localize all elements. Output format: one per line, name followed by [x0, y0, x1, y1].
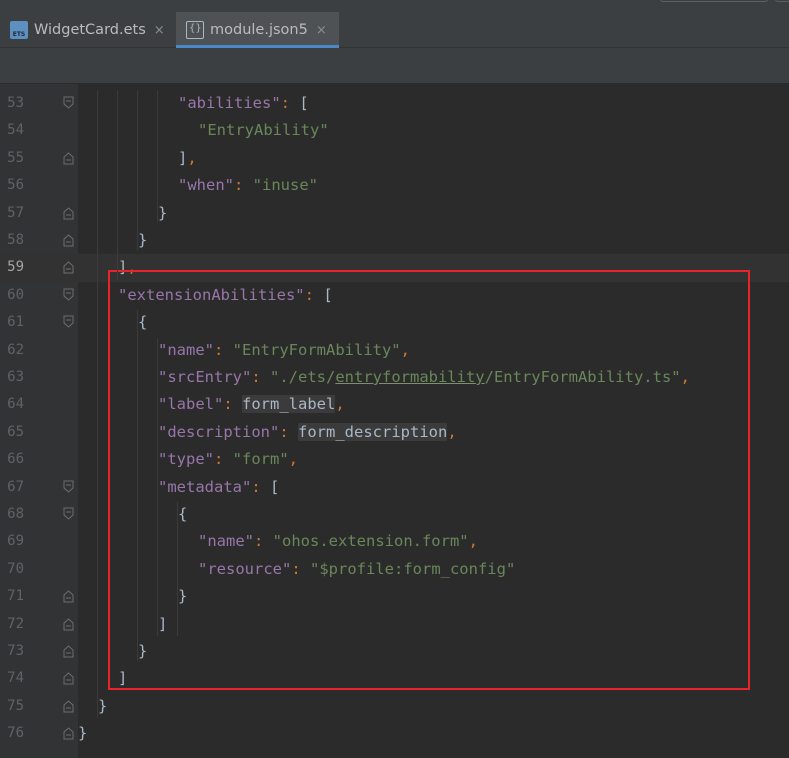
tab-module-json5[interactable]: module.json5 × [176, 12, 339, 48]
tab-widgetcard-ets[interactable]: WidgetCard.ets × [0, 12, 174, 48]
code-text[interactable]: "EntryAbility" [198, 117, 329, 144]
line-number: 58 [7, 232, 24, 248]
code-text[interactable]: } [138, 227, 147, 254]
token-brk: [ [299, 94, 309, 112]
token-brk: } [78, 724, 88, 743]
line-number: 54 [7, 122, 24, 139]
line-number: 53 [7, 95, 24, 111]
token-brk: ] [178, 148, 188, 167]
fold-expand-icon[interactable] [63, 480, 74, 494]
fold-expand-icon[interactable] [63, 96, 74, 110]
line-number: 71 [7, 588, 24, 605]
fold-end-icon[interactable] [63, 233, 74, 247]
fold-end-icon[interactable] [63, 151, 74, 165]
code-text[interactable]: ], [178, 145, 197, 172]
token-str: "EntryAbility" [198, 121, 329, 140]
line-number: 64 [7, 396, 24, 413]
fold-end-icon[interactable] [63, 671, 74, 685]
top-toolbar-strip: ▾ entry [0, 0, 789, 12]
indent-guide [157, 338, 158, 636]
fold-end-icon[interactable] [63, 644, 74, 658]
chevron-down-icon[interactable]: ▾ [628, 0, 635, 4]
code-line[interactable]: 76} [0, 720, 789, 747]
fold-expand-icon[interactable] [63, 288, 74, 302]
close-icon[interactable]: × [154, 23, 165, 38]
indent-guide [177, 502, 178, 636]
line-number: 55 [7, 149, 24, 166]
line-number: 76 [7, 725, 24, 742]
toolbar-extra-button[interactable] [775, 0, 789, 2]
token-key: "abilities" [178, 94, 281, 112]
code-line[interactable]: 56 "when": "inuse" [0, 172, 789, 199]
annotation-highlight-box [108, 270, 750, 690]
indent-guide [137, 90, 138, 250]
token-punc: : [234, 176, 253, 195]
tab-label: WidgetCard.ets [34, 22, 146, 38]
line-number: 67 [7, 478, 24, 495]
line-number: 60 [7, 286, 24, 303]
line-number: 72 [7, 615, 24, 632]
indent-guide [157, 90, 158, 222]
line-number: 73 [7, 643, 24, 659]
ets-file-icon [10, 21, 28, 39]
indent-guide [117, 90, 118, 280]
code-line[interactable]: 53 "abilities": [ [0, 90, 789, 117]
line-number: 68 [7, 506, 24, 522]
line-number: 62 [7, 341, 24, 358]
fold-end-icon[interactable] [63, 617, 74, 631]
code-text[interactable]: } [98, 693, 107, 720]
fold-end-icon[interactable] [63, 726, 74, 740]
line-number: 75 [7, 697, 24, 714]
code-line[interactable]: 54 "EntryAbility" [0, 117, 789, 144]
line-number: 61 [7, 314, 24, 331]
code-line[interactable]: 57} [0, 200, 789, 227]
fold-end-icon[interactable] [63, 260, 74, 274]
run-configuration-selector[interactable]: entry [660, 0, 768, 2]
fold-end-icon[interactable] [63, 206, 74, 220]
line-number: 66 [7, 451, 24, 468]
line-number: 59 [7, 259, 24, 276]
json-file-icon [186, 21, 204, 39]
token-str: "inuse" [252, 176, 318, 195]
tab-label: module.json5 [210, 22, 308, 38]
editor-breadcrumb-bar [0, 48, 789, 84]
token-brk: } [138, 231, 148, 249]
token-punc: : [280, 94, 300, 112]
code-line[interactable]: 55], [0, 145, 789, 172]
token-key: "when" [178, 176, 234, 195]
fold-end-icon[interactable] [63, 699, 74, 713]
editor-tab-bar: WidgetCard.ets × module.json5 × [0, 12, 789, 48]
token-brk: } [98, 696, 108, 715]
line-number: 63 [7, 369, 24, 385]
code-text[interactable]: } [158, 200, 167, 227]
fold-expand-icon[interactable] [63, 507, 74, 521]
code-text[interactable]: "when": "inuse" [178, 172, 318, 199]
code-text[interactable]: "abilities": [ [178, 90, 309, 117]
code-line[interactable]: 75} [0, 693, 789, 720]
close-icon[interactable]: × [316, 23, 327, 38]
fold-end-icon[interactable] [63, 589, 74, 603]
indent-guide [97, 90, 98, 718]
token-punc: , [187, 148, 197, 167]
line-number: 70 [7, 560, 24, 577]
code-line[interactable]: 58} [0, 227, 789, 254]
line-number: 69 [7, 533, 24, 550]
line-number: 56 [7, 177, 24, 194]
code-text[interactable]: } [78, 720, 87, 747]
run-configuration-area: ▾ entry [620, 0, 789, 10]
line-number: 65 [7, 423, 24, 440]
indent-guide [137, 310, 138, 662]
token-brk: } [158, 203, 168, 222]
line-number: 57 [7, 204, 24, 221]
fold-expand-icon[interactable] [63, 315, 74, 329]
line-number: 74 [7, 670, 24, 687]
